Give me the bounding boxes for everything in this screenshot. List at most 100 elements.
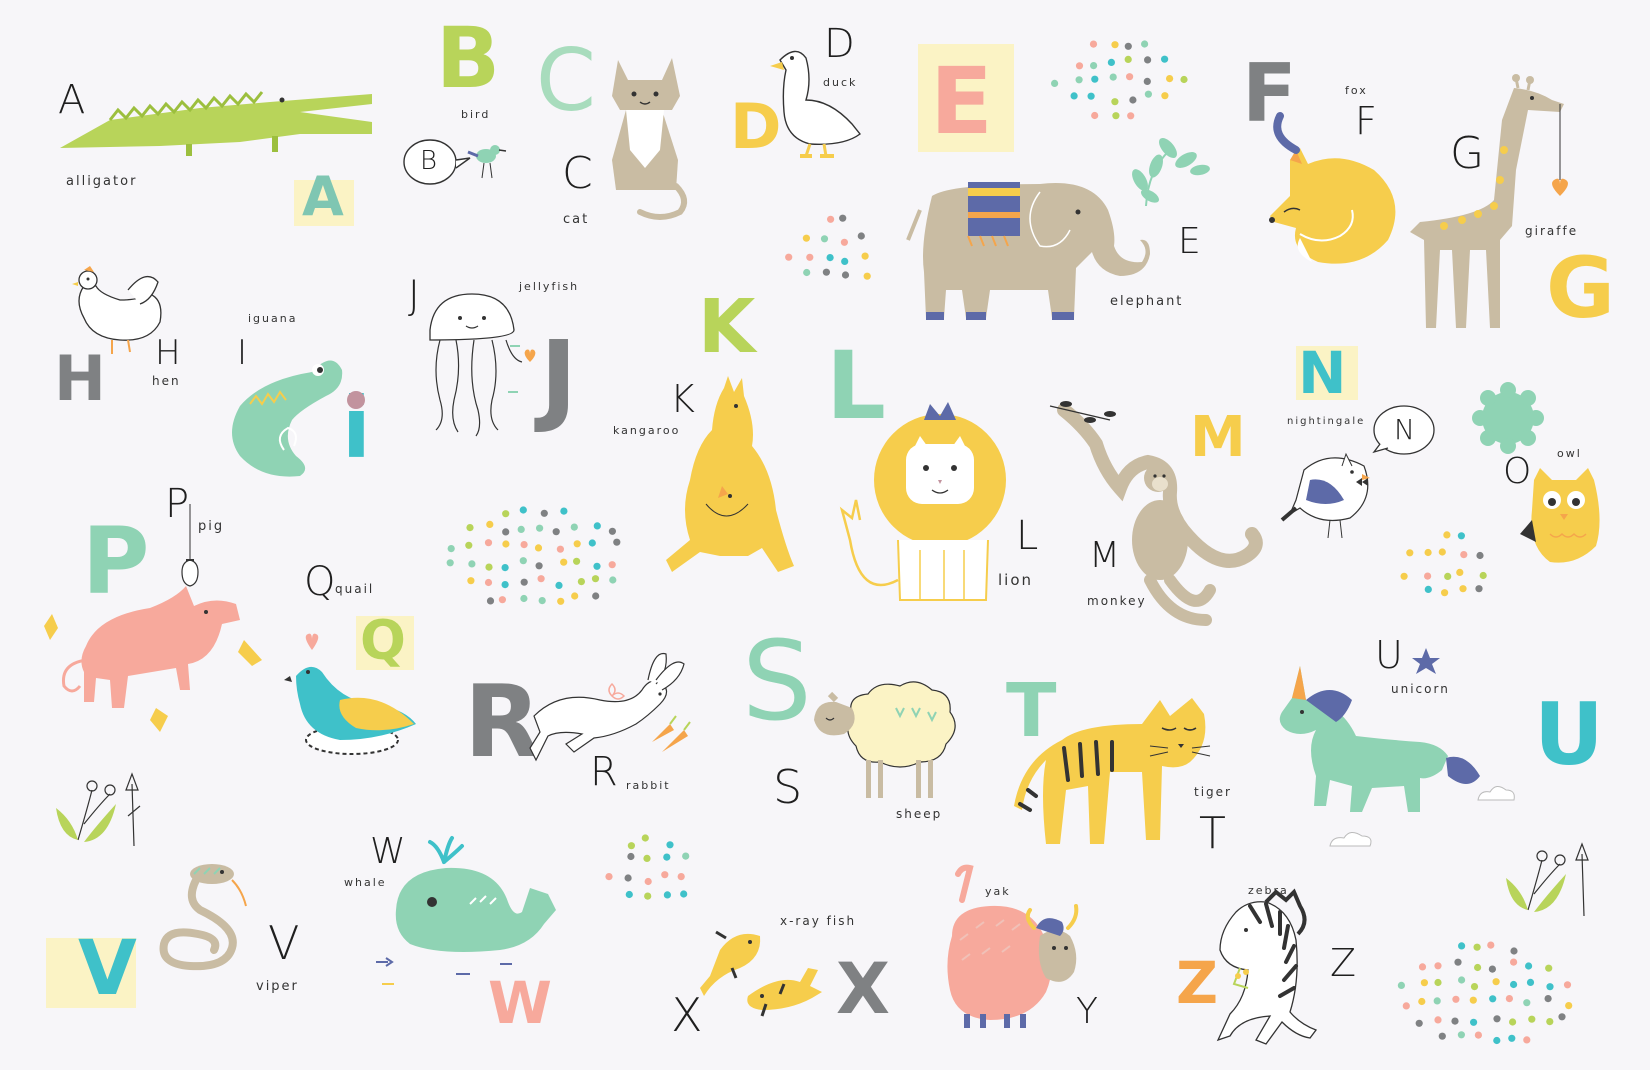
- confetti-dot: [1489, 995, 1497, 1003]
- confetti-dot: [502, 528, 510, 536]
- confetti-dot: [536, 524, 544, 532]
- confetti-dot: [641, 834, 649, 842]
- confetti-dot: [802, 234, 811, 242]
- confetti-dot: [1523, 999, 1531, 1007]
- confetti-dot: [552, 528, 560, 536]
- confetti-dot: [486, 520, 494, 529]
- confetti-dot: [1545, 964, 1553, 972]
- confetti-dot: [520, 578, 528, 586]
- confetti-dot: [446, 559, 454, 567]
- confetti-dot: [1126, 73, 1134, 81]
- confetti-dot: [643, 854, 651, 863]
- confetti-dot: [820, 235, 829, 243]
- confetti-dot: [1112, 112, 1120, 120]
- confetti-dot: [863, 272, 871, 280]
- confetti-dot: [1089, 40, 1098, 48]
- confetti-dot: [613, 538, 621, 546]
- confetti-dot: [1144, 90, 1152, 98]
- confetti-dot: [540, 509, 548, 517]
- confetti-dot: [1433, 997, 1441, 1005]
- confetti-dot: [535, 562, 543, 570]
- confetti-dot: [605, 873, 613, 881]
- confetti-dot: [1424, 572, 1432, 580]
- confetti-dot: [519, 557, 527, 565]
- confetti-dot: [501, 581, 509, 589]
- confetti-dot: [591, 575, 600, 583]
- confetti-dot: [1443, 531, 1451, 539]
- confetti-dot: [1070, 92, 1078, 100]
- confetti-dot: [538, 597, 546, 605]
- confetti-dot: [841, 271, 850, 279]
- confetti-dot: [1180, 75, 1188, 84]
- confetti-dot: [1438, 548, 1446, 556]
- confetti-dot: [1508, 1034, 1516, 1042]
- confetti-dot: [1087, 92, 1095, 100]
- confetti-dot: [534, 544, 543, 552]
- confetti-dot: [484, 539, 493, 547]
- confetti-dot: [1546, 1018, 1554, 1026]
- confetti-dot: [1459, 585, 1467, 593]
- confetti-dot: [1075, 76, 1083, 84]
- confetti-dot: [1124, 42, 1132, 50]
- confetti-dot: [861, 252, 869, 260]
- confetti-dot: [1415, 1019, 1423, 1027]
- confetti-dot: [1141, 40, 1149, 48]
- confetti-dot: [677, 873, 685, 881]
- confetti-dot: [517, 525, 525, 534]
- confetti-dot: [1510, 958, 1518, 966]
- confetti-dot: [1457, 1031, 1465, 1039]
- confetti-dot: [1454, 958, 1462, 966]
- confetti-dot: [1509, 1018, 1517, 1026]
- confetti-dot: [1526, 978, 1535, 987]
- confetti-dot: [1470, 983, 1479, 991]
- confetti-dot: [577, 578, 586, 586]
- confetti-dot: [560, 507, 568, 515]
- confetti-dot: [608, 561, 616, 569]
- confetti-dot: [1469, 996, 1477, 1004]
- confetti-dot: [785, 253, 793, 261]
- confetti-dot: [1510, 980, 1518, 989]
- confetti-dot: [1397, 981, 1405, 990]
- confetti-dot: [1075, 62, 1084, 70]
- confetti-dot: [1505, 995, 1513, 1003]
- confetti-dot: [573, 557, 581, 565]
- confetti-dot: [1109, 73, 1117, 81]
- confetti-dot: [1111, 41, 1119, 49]
- confetti-dot: [571, 592, 579, 600]
- confetti-dot: [1492, 978, 1500, 986]
- confetti-dot: [1476, 551, 1484, 560]
- confetti-dot: [1510, 947, 1518, 955]
- confetti-dot: [498, 596, 506, 604]
- confetti-dot: [560, 558, 568, 566]
- confetti-dot: [502, 540, 510, 548]
- confetti-dot: [1544, 995, 1552, 1003]
- confetti-dot: [1546, 983, 1554, 991]
- confetti-dot: [520, 594, 528, 603]
- confetti-dot: [1458, 942, 1466, 950]
- confetti-dot: [1420, 979, 1428, 987]
- confetti-dot: [1424, 548, 1432, 557]
- confetti-dot: [609, 576, 617, 584]
- confetti-dot: [447, 545, 455, 553]
- confetti-dot: [680, 890, 688, 898]
- confetti-dot: [822, 268, 831, 276]
- confetti-dot: [1438, 1032, 1446, 1040]
- confetti-dot: [661, 871, 669, 879]
- confetti-dot: [839, 214, 847, 222]
- confetti-dot: [570, 523, 578, 531]
- confetti-dot: [1091, 111, 1099, 120]
- confetti-dot: [485, 563, 493, 571]
- confetti-dot: [593, 522, 601, 530]
- confetti-dot: [1479, 571, 1487, 580]
- confetti-dot: [625, 890, 633, 899]
- confetti-dot: [1124, 55, 1132, 64]
- confetti-dot: [1528, 1015, 1536, 1023]
- confetti-dot: [1441, 589, 1449, 597]
- confetti-dot: [1111, 98, 1119, 106]
- confetti-dot: [556, 545, 565, 553]
- confetti-dot: [1565, 1002, 1573, 1010]
- confetti-dot: [592, 592, 600, 600]
- confetti-dot: [1418, 997, 1426, 1006]
- confetti-dot: [1487, 941, 1495, 949]
- confetti-dot: [1144, 56, 1152, 64]
